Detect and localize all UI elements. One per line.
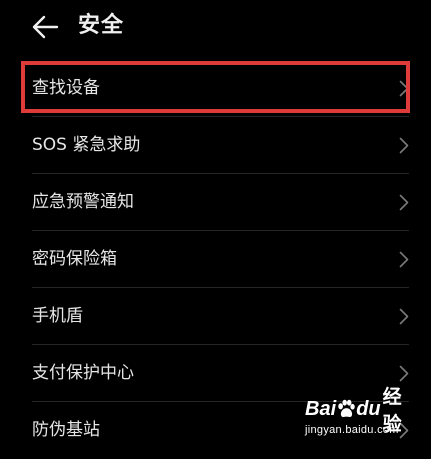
chevron-right-icon <box>399 308 409 325</box>
menu-item-label: 支付保护中心 <box>32 363 134 383</box>
menu-item-payment-protection[interactable]: 支付保护中心 <box>0 345 431 402</box>
arrow-left-icon <box>32 15 59 39</box>
back-button[interactable] <box>28 10 62 44</box>
chevron-right-icon <box>399 365 409 382</box>
security-menu-list: 查找设备 SOS 紧急求助 应急预警通知 密码保险箱 手机盾 支付保护中心 防伪… <box>0 60 431 459</box>
chevron-right-icon <box>399 137 409 154</box>
menu-item-label: 防伪基站 <box>32 420 100 440</box>
header: 安全 <box>0 0 431 56</box>
chevron-right-icon <box>399 80 409 97</box>
menu-item-label: 密码保险箱 <box>32 249 117 269</box>
chevron-right-icon <box>399 251 409 268</box>
menu-item-label: 手机盾 <box>32 306 83 326</box>
chevron-right-icon <box>399 422 409 439</box>
chevron-right-icon <box>399 194 409 211</box>
menu-item-phone-shield[interactable]: 手机盾 <box>0 288 431 345</box>
menu-item-find-device[interactable]: 查找设备 <box>0 60 431 117</box>
menu-item-label: SOS 紧急求助 <box>32 135 141 155</box>
menu-item-fake-base-station[interactable]: 防伪基站 <box>0 402 431 459</box>
menu-item-label: 查找设备 <box>32 78 100 98</box>
menu-item-label: 应急预警通知 <box>32 192 134 212</box>
menu-item-sos[interactable]: SOS 紧急求助 <box>0 117 431 174</box>
menu-item-password-vault[interactable]: 密码保险箱 <box>0 231 431 288</box>
page-title: 安全 <box>78 13 125 38</box>
menu-item-emergency-alerts[interactable]: 应急预警通知 <box>0 174 431 231</box>
